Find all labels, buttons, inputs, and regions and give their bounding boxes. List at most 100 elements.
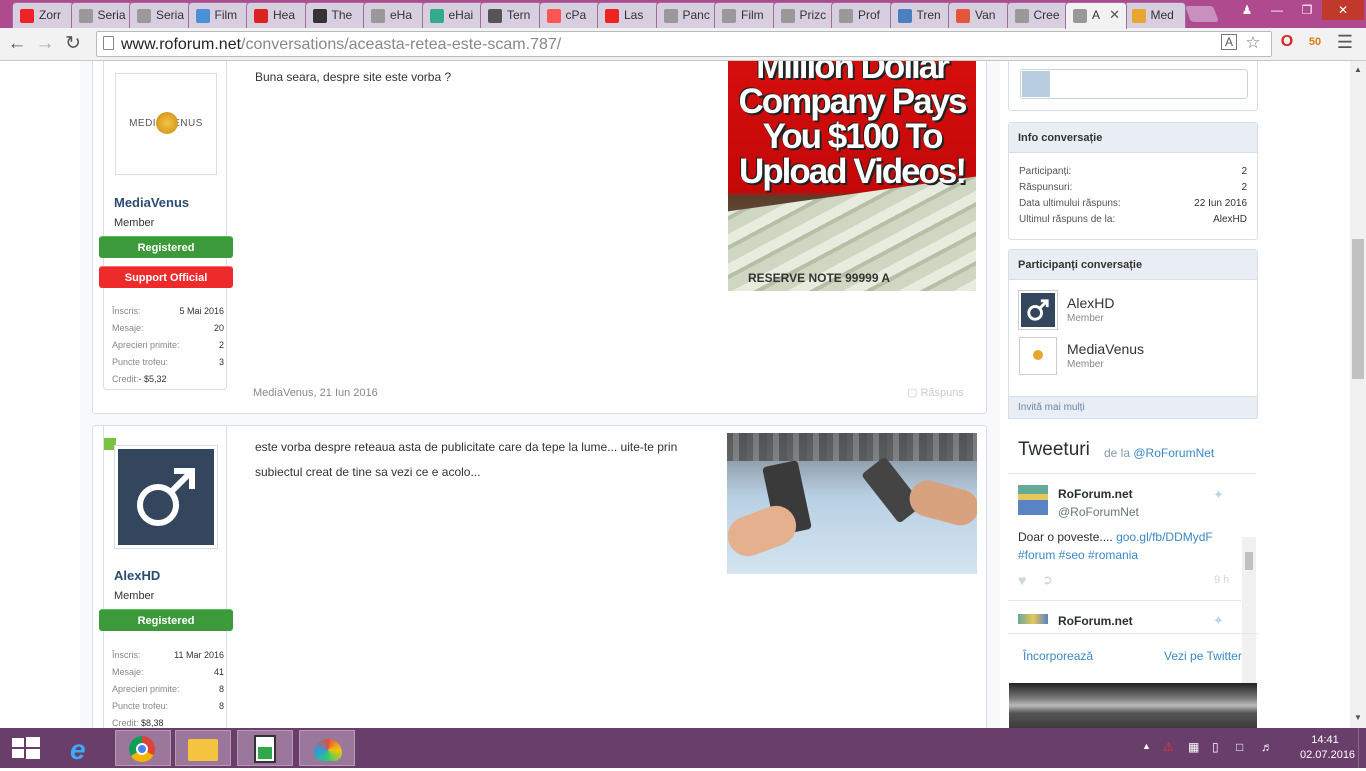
pin-icon: [605, 9, 619, 23]
tweet-link[interactable]: goo.gl/fb/DDMydF: [1116, 530, 1213, 544]
device-icon[interactable]: ▯: [1212, 740, 1219, 754]
app-taskbar-icon[interactable]: [237, 730, 293, 766]
browser-tab[interactable]: Prof: [831, 2, 893, 28]
page-scrollbar[interactable]: ▲ ▼: [1350, 61, 1366, 728]
username[interactable]: AlexHD: [114, 568, 160, 583]
signal-icon[interactable]: □: [1236, 740, 1243, 754]
tweets-scrollbar[interactable]: [1242, 537, 1256, 691]
browser-tab[interactable]: Tren: [889, 2, 952, 28]
url-text[interactable]: www.roforum.net/conversations/aceasta-re…: [121, 36, 561, 54]
browser-tab[interactable]: The: [304, 2, 367, 28]
browser-tab[interactable]: Prizc: [772, 2, 835, 28]
ie-taskbar-icon[interactable]: e: [56, 730, 112, 766]
scroll-thumb[interactable]: [1352, 239, 1364, 379]
close-window-button[interactable]: ✕: [1322, 0, 1364, 20]
tweet-handle[interactable]: @RoForumNet: [1058, 505, 1139, 519]
tab-title: Seria: [97, 8, 126, 22]
participant-name[interactable]: AlexHD: [1067, 295, 1114, 311]
embed-link[interactable]: Încorporează: [1023, 649, 1093, 663]
network-warning-icon[interactable]: ⚠: [1163, 740, 1174, 754]
participants-title: Participanți conversație: [1009, 250, 1257, 280]
sidebar-image[interactable]: [1009, 683, 1257, 728]
new-tab-button[interactable]: [1185, 6, 1219, 22]
avatar[interactable]: [1019, 291, 1057, 329]
browser-tab[interactable]: eHa: [363, 2, 425, 28]
volume-icon[interactable]: ♬: [1261, 740, 1273, 754]
tweet-author[interactable]: RoForum.net: [1058, 614, 1133, 628]
share-icon[interactable]: ➲: [1042, 572, 1053, 588]
tweet-avatar[interactable]: [1018, 485, 1048, 515]
male-symbol-icon: [137, 468, 195, 526]
scroll-down-icon[interactable]: ▼: [1354, 713, 1362, 722]
browser-tab[interactable]: Tern: [480, 2, 542, 28]
browser-tab[interactable]: Film: [714, 2, 776, 28]
tab-title: cPa: [565, 8, 587, 22]
paint-taskbar-icon[interactable]: [299, 730, 355, 766]
windows-flag-icon[interactable]: ▦: [1188, 740, 1199, 754]
explorer-taskbar-icon[interactable]: [175, 730, 231, 766]
avatar[interactable]: [115, 446, 217, 548]
browser-tab[interactable]: Zorr: [12, 2, 74, 28]
like-icon[interactable]: ♥: [1018, 572, 1026, 588]
tweet-author[interactable]: RoForum.net: [1058, 487, 1133, 501]
menu-icon[interactable]: ☰: [1335, 32, 1355, 52]
stat-row: Credit:- $5,32: [112, 374, 167, 384]
divider: [1008, 633, 1258, 634]
extension-icon[interactable]: 50: [1305, 32, 1325, 52]
maximize-button[interactable]: ❐: [1292, 0, 1322, 20]
show-hidden-icons[interactable]: ▲: [1142, 741, 1151, 751]
show-desktop-button[interactable]: [1358, 728, 1366, 768]
browser-tab[interactable]: Hea: [246, 2, 308, 28]
profile-icon[interactable]: ♟: [1232, 0, 1262, 20]
browser-tab[interactable]: Cree: [1006, 2, 1069, 28]
browser-tab[interactable]: eHai: [421, 2, 484, 28]
view-on-twitter-link[interactable]: Vezi pe Twitter: [1164, 649, 1242, 663]
browser-tab[interactable]: Van: [948, 2, 1010, 28]
translate-icon[interactable]: A: [1221, 34, 1237, 50]
chrome-taskbar-icon[interactable]: [115, 730, 171, 766]
browser-tab[interactable]: Las: [597, 2, 659, 28]
browser-tab[interactable]: Panc: [655, 2, 718, 28]
participant-name[interactable]: MediaVenus: [1067, 341, 1144, 357]
browser-tab[interactable]: Film: [187, 2, 250, 28]
invite-more-link[interactable]: Invită mai mulți: [1008, 396, 1258, 419]
username[interactable]: MediaVenus: [114, 195, 189, 210]
post-meta[interactable]: MediaVenus, 21 Iun 2016: [253, 387, 378, 399]
twitter-bird-icon[interactable]: ✦: [1213, 487, 1224, 503]
address-bar[interactable]: www.roforum.net/conversations/aceasta-re…: [96, 31, 1272, 57]
avatar[interactable]: MEDIA VENUS: [115, 73, 217, 175]
minimize-button[interactable]: —: [1262, 0, 1292, 20]
advertisement-banner[interactable]: Million Dollar Company Pays You $100 To …: [728, 61, 976, 291]
reload-icon[interactable]: ↻: [62, 33, 84, 55]
reply-button[interactable]: ▢ Răspuns: [907, 386, 964, 399]
twitter-bird-icon[interactable]: ✦: [1213, 613, 1224, 629]
scroll-up-icon[interactable]: ▲: [1354, 65, 1362, 74]
bookmark-star-icon[interactable]: ☆: [1243, 33, 1263, 53]
ribbon-registered: Registered: [99, 609, 233, 631]
hd-icon: [312, 9, 327, 23]
start-button[interactable]: [0, 730, 56, 766]
ribbon-support-official: Support Official: [99, 266, 233, 288]
tweets-scroll-thumb[interactable]: [1245, 552, 1253, 570]
back-icon[interactable]: ←: [6, 33, 28, 55]
post-image[interactable]: [727, 433, 977, 574]
tab-title: eHa: [390, 8, 413, 22]
tweet-hashtags[interactable]: #forum #seo #romania: [1018, 548, 1138, 562]
youtube-icon: [20, 9, 34, 23]
opera-extension-icon[interactable]: O: [1277, 32, 1297, 52]
browser-tab[interactable]: Med: [1123, 2, 1186, 28]
close-tab-icon[interactable]: ✕: [1109, 7, 1120, 23]
drop-icon: [429, 9, 444, 23]
page-icon: [1014, 9, 1029, 23]
browser-tab[interactable]: Seria: [129, 2, 191, 28]
clock[interactable]: 14:41 02.07.2016: [1300, 734, 1355, 761]
browser-tab[interactable]: cPa: [538, 2, 601, 28]
avatar[interactable]: [1019, 337, 1057, 375]
twitter-handle-link[interactable]: @RoForumNet: [1133, 446, 1214, 460]
browser-tab[interactable]: Seria: [70, 2, 133, 28]
stat-row: Înscris: 11 Mar 2016: [112, 650, 224, 660]
forward-icon[interactable]: →: [34, 33, 56, 55]
tab-title: Prof: [858, 8, 881, 22]
browser-tab[interactable]: A ✕: [1065, 2, 1127, 29]
tweet-avatar[interactable]: [1018, 614, 1048, 624]
